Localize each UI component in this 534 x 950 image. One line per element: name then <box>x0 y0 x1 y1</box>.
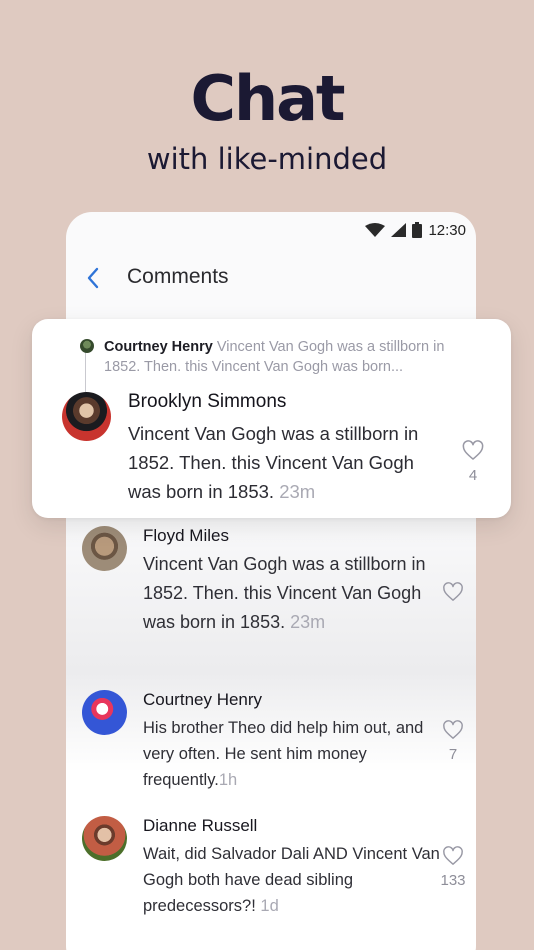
wifi-icon <box>365 223 386 237</box>
comment-text: Vincent Van Gogh was a stillborn in 1852… <box>128 419 448 506</box>
chevron-left-icon <box>87 267 99 289</box>
comment-body: His brother Theo did help him out, and v… <box>143 719 424 789</box>
status-time: 12:30 <box>428 221 466 239</box>
comment-item: Floyd Miles Vincent Van Gogh was a still… <box>82 526 482 666</box>
like-count: 7 <box>448 746 458 763</box>
battery-icon <box>412 222 423 238</box>
comment-text: Vincent Van Gogh was a stillborn in 1852… <box>143 550 433 637</box>
highlighted-comment-card: Courtney Henry Vincent Van Gogh was a st… <box>32 319 511 518</box>
like-button[interactable]: 4 <box>453 440 493 484</box>
quoted-author: Courtney Henry <box>104 339 213 355</box>
heart-icon <box>443 720 463 739</box>
comment-body: Vincent Van Gogh was a stillborn in 1852… <box>128 423 419 502</box>
comment-author[interactable]: Dianne Russell <box>143 816 257 836</box>
signal-icon <box>391 223 407 237</box>
hero-title: Chat <box>190 62 345 135</box>
comment-text: His brother Theo did help him out, and v… <box>143 715 443 793</box>
comment-body: Vincent Van Gogh was a stillborn in 1852… <box>143 554 426 632</box>
comment-time: 1h <box>218 771 238 789</box>
comment-item: Dianne Russell Wait, did Salvador Dali A… <box>82 816 482 916</box>
comment-time: 1d <box>260 897 279 915</box>
comment-item: Courtney Henry His brother Theo did help… <box>82 690 482 790</box>
like-button[interactable] <box>433 582 473 608</box>
like-button[interactable]: 133 <box>433 846 473 889</box>
avatar[interactable] <box>82 690 127 735</box>
page-title: Comments <box>127 265 229 288</box>
heart-icon <box>462 440 484 460</box>
avatar[interactable] <box>82 816 127 861</box>
quoted-avatar <box>80 339 94 353</box>
avatar[interactable] <box>62 392 111 441</box>
comment-text: Wait, did Salvador Dali AND Vincent Van … <box>143 841 443 919</box>
comment-author[interactable]: Brooklyn Simmons <box>128 391 286 413</box>
heart-icon <box>443 582 463 601</box>
reply-thread-line <box>85 350 86 392</box>
back-button[interactable] <box>80 264 106 292</box>
quoted-comment[interactable]: Courtney Henry Vincent Van Gogh was a st… <box>104 337 484 377</box>
hero-subtitle: with like-minded <box>146 142 388 176</box>
like-count: 4 <box>468 467 478 484</box>
comment-author[interactable]: Floyd Miles <box>143 526 229 546</box>
comment-body: Wait, did Salvador Dali AND Vincent Van … <box>143 845 440 915</box>
app-header: Comments <box>66 256 476 300</box>
like-button[interactable]: 7 <box>433 720 473 763</box>
status-bar: 12:30 <box>365 220 466 240</box>
heart-icon <box>443 846 463 865</box>
comment-time: 23m <box>279 481 316 502</box>
comment-time: 23m <box>290 612 326 632</box>
like-count: 133 <box>440 872 466 889</box>
avatar[interactable] <box>82 526 127 571</box>
comment-author[interactable]: Courtney Henry <box>143 690 262 710</box>
